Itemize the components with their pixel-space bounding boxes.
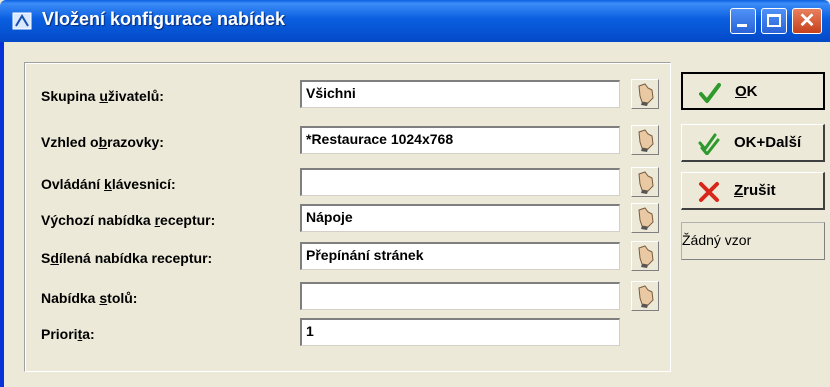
pointing-hand-icon (638, 245, 654, 268)
ok-button[interactable]: OK (681, 72, 825, 110)
row-vychozi: Výchozí nabídka receptur: Nápoje (25, 200, 670, 234)
pick-button[interactable] (631, 241, 659, 271)
field-label: Priorita: (41, 326, 95, 342)
ovladani-klavesnici-field[interactable] (300, 168, 620, 196)
close-icon: ✕ (798, 10, 816, 32)
form-panel: Skupina uživatelů: Všichni Vzhled obrazo… (24, 62, 671, 372)
pointing-hand-icon (638, 285, 654, 308)
field-label: Skupina uživatelů: (41, 88, 164, 104)
row-ovladani: Ovládání klávesnicí: (25, 164, 670, 198)
row-skupina: Skupina uživatelů: Všichni (25, 76, 670, 110)
vychozi-nabidka-field[interactable]: Nápoje (300, 204, 620, 232)
title-bar[interactable]: Vložení konfigurace nabídek ✕ (0, 0, 830, 42)
pointing-hand-icon (638, 83, 654, 106)
window-title: Vložení konfigurace nabídek (42, 9, 286, 29)
nabidka-stolu-field[interactable] (300, 282, 620, 310)
pick-button[interactable] (631, 125, 659, 155)
maximize-icon (767, 14, 781, 27)
minimize-icon (737, 24, 747, 27)
ok-dalsi-button[interactable]: OK+Další (681, 124, 825, 162)
sdilena-nabidka-field[interactable]: Přepínání stránek (300, 242, 620, 270)
pointing-hand-icon (638, 207, 654, 230)
window-frame (0, 42, 4, 387)
row-stolu: Nabídka stolů: (25, 278, 670, 312)
close-button[interactable]: ✕ (792, 8, 822, 34)
maximize-button[interactable] (761, 8, 787, 34)
skupina-uzivatelu-field[interactable]: Všichni (300, 80, 620, 108)
ok-label: OK (735, 83, 758, 100)
pick-button[interactable] (631, 167, 659, 197)
pick-button[interactable] (631, 203, 659, 233)
pick-button[interactable] (631, 281, 659, 311)
pointing-hand-icon (638, 129, 654, 152)
field-label: Vzhled obrazovky: (41, 134, 164, 150)
no-template-button[interactable]: Žádný vzor (681, 222, 825, 260)
checkmark-icon (699, 83, 721, 103)
row-vzhled: Vzhled obrazovky: *Restaurace 1024x768 (25, 122, 670, 156)
app-icon (12, 12, 32, 30)
cancel-label: Zrušit (734, 182, 776, 199)
ok-dalsi-label: OK+Další (734, 134, 802, 151)
field-label: Výchozí nabídka receptur: (41, 212, 216, 228)
field-label: Nabídka stolů: (41, 290, 138, 306)
row-priorita: Priorita: 1 (25, 314, 670, 348)
field-label: Sdílená nabídka receptur: (41, 250, 213, 266)
cancel-button[interactable]: Zrušit (681, 172, 825, 210)
minimize-button[interactable] (730, 8, 756, 34)
field-label: Ovládání klávesnicí: (41, 176, 176, 192)
double-checkmark-icon (698, 133, 720, 155)
vzhled-obrazovky-field[interactable]: *Restaurace 1024x768 (300, 126, 620, 154)
pointing-hand-icon (638, 171, 654, 194)
row-sdilena: Sdílená nabídka receptur: Přepínání strá… (25, 238, 670, 272)
no-template-label: Žádný vzor (682, 232, 752, 248)
red-x-icon (699, 182, 719, 202)
pick-button[interactable] (631, 79, 659, 109)
priorita-field[interactable]: 1 (300, 318, 620, 346)
